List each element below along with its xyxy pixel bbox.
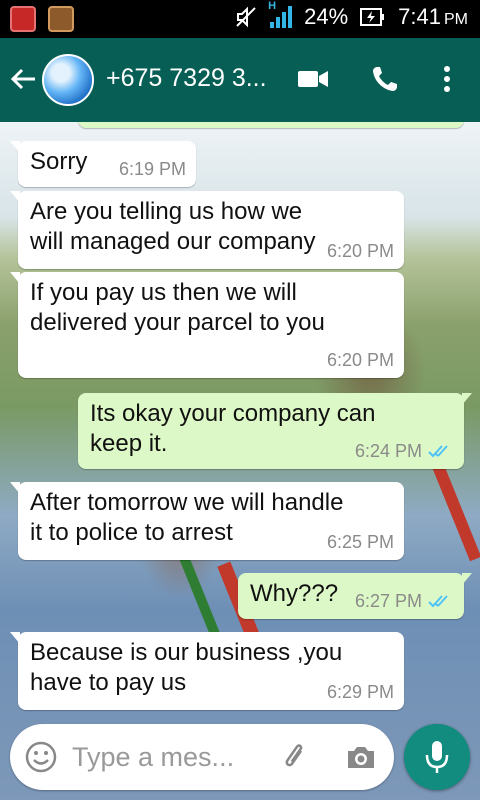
- voice-call-icon[interactable]: [368, 64, 402, 94]
- message-time: 6:25 PM: [326, 532, 394, 552]
- clock: 7:41 PM: [398, 4, 468, 29]
- gallery-notification-icon: [48, 6, 74, 32]
- contact-avatar[interactable]: [42, 54, 94, 106]
- camera-icon[interactable]: [344, 740, 378, 774]
- status-indicators: H 24% 7:41 PM: [234, 0, 468, 30]
- status-bar: H 24% 7:41 PM: [0, 0, 480, 38]
- message-time: 6:27 PM: [354, 591, 422, 611]
- attach-icon[interactable]: [278, 740, 312, 774]
- message-input[interactable]: Type a mes...: [72, 742, 234, 773]
- message-bubble-incoming[interactable]: Are you telling us how we will managed o…: [10, 191, 404, 269]
- message-text: Why???: [250, 580, 339, 607]
- message-time: 6:19 PM: [118, 159, 186, 179]
- mic-icon: [425, 741, 449, 773]
- message-time: 6:20 PM: [326, 350, 394, 370]
- chat-area[interactable]: Sorry 6:19 PM Are you telling us how we …: [0, 122, 480, 800]
- video-call-icon[interactable]: [296, 64, 330, 94]
- message-text: After tomorrow we will handle it to poli…: [30, 489, 344, 546]
- message-time: 6:24 PM: [354, 441, 422, 461]
- emoji-icon[interactable]: [24, 740, 58, 774]
- message-bubble-incoming[interactable]: Because is our business ,you have to pay…: [10, 632, 404, 710]
- message-composer[interactable]: Type a mes...: [10, 724, 394, 790]
- message-bubble-outgoing[interactable]: Why??? 6:27 PM: [238, 573, 472, 619]
- contact-name[interactable]: +675 7329 3...: [106, 64, 281, 93]
- app-notification-icon: [10, 6, 36, 32]
- read-receipt-icon: [428, 595, 448, 608]
- message-text: Are you telling us how we will managed o…: [30, 198, 316, 255]
- battery-percent: 24%: [304, 4, 349, 29]
- message-bubble-incoming[interactable]: After tomorrow we will handle it to poli…: [10, 482, 404, 560]
- message-time: 6:29 PM: [326, 682, 394, 702]
- message-bubble-incoming[interactable]: If you pay us then we will delivered you…: [10, 272, 404, 378]
- message-bubble-outgoing[interactable]: Its okay your company can keep it. 6:24 …: [78, 393, 472, 469]
- chat-header: +675 7329 3...: [0, 38, 480, 122]
- voice-record-button[interactable]: [404, 724, 470, 790]
- signal-icon: H: [268, 0, 293, 28]
- wallpaper-decoration: [428, 454, 480, 562]
- message-text: Sorry: [30, 148, 88, 175]
- message-meta: 6:24 PM: [355, 441, 454, 461]
- message-time: 6:20 PM: [326, 241, 394, 261]
- message-bubble-incoming[interactable]: Sorry 6:19 PM: [10, 141, 196, 187]
- back-arrow-icon[interactable]: [8, 64, 38, 94]
- battery-charging-icon: [360, 8, 385, 26]
- more-options-icon[interactable]: [430, 64, 464, 94]
- message-meta: 6:27 PM: [355, 591, 454, 611]
- mute-icon: [236, 6, 256, 28]
- read-receipt-icon: [428, 445, 448, 458]
- message-bubble-partial: [78, 122, 464, 128]
- message-text: If you pay us then we will delivered you…: [30, 279, 325, 336]
- notification-icons: [10, 6, 74, 32]
